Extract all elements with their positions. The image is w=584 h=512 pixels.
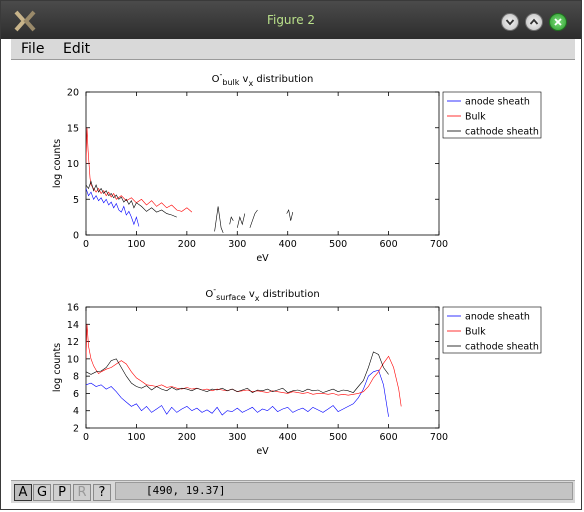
close-icon <box>554 18 562 26</box>
y-tick-label: 12 <box>67 337 79 348</box>
x-tick-label: 0 <box>83 239 89 250</box>
x-tick-label: 300 <box>228 239 246 250</box>
help-button[interactable]: ? <box>93 484 111 501</box>
title-bar[interactable]: Figure 2 <box>1 1 581 39</box>
legend-label: anode sheath <box>465 312 530 323</box>
x-tick-label: 700 <box>430 432 448 443</box>
legend-label: cathode sheath <box>465 342 539 353</box>
x-tick-label: 100 <box>127 239 145 250</box>
x-tick-label: 600 <box>380 239 398 250</box>
legend-label: Bulk <box>465 112 486 123</box>
x-tick-label: 500 <box>329 239 347 250</box>
close-button[interactable] <box>549 13 567 31</box>
x-tick-label: 700 <box>430 239 448 250</box>
y-tick-label: 2 <box>73 424 79 435</box>
plot-frame <box>85 306 440 429</box>
plots-svg: O-bulk vx distribution0 100 200 300 400 500 60… <box>52 70 542 457</box>
menu-file[interactable]: File <box>21 41 44 57</box>
x-tick-label: 400 <box>279 432 297 443</box>
x-tick-label: 500 <box>329 432 347 443</box>
window-title: Figure 2 <box>266 13 316 27</box>
rotate-tool-button[interactable]: R <box>73 484 91 501</box>
x-tick-label: 200 <box>178 432 196 443</box>
maximize-button[interactable] <box>525 13 543 31</box>
chevron-down-icon <box>505 19 515 26</box>
y-tick-label: 5 <box>73 195 79 206</box>
y-tick-label: 16 <box>67 303 79 314</box>
coordinate-readout: [490, 19.37] <box>115 482 573 500</box>
y-tick-label: 20 <box>67 88 79 99</box>
chart-2: O-surface vx distribution 0 100 200 300 400 50… <box>52 285 542 457</box>
figure-canvas[interactable]: O-bulk vx distribution 0 100 200 300 400 500 60… <box>11 60 575 480</box>
x-tick-label: 300 <box>228 432 246 443</box>
legend-label: anode sheath <box>465 97 530 108</box>
legend-label: Bulk <box>465 327 486 338</box>
y-tick-label: 0 <box>73 231 79 242</box>
y-tick-label: 10 <box>67 159 79 170</box>
x-axis-label: eV <box>256 446 269 457</box>
y-axis-label: log counts <box>52 343 63 392</box>
figure-window: Figure 2 File Edit O-bulk vx distributio… <box>0 0 582 510</box>
menu-edit[interactable]: Edit <box>63 41 90 57</box>
y-axis-label: log counts <box>52 139 63 188</box>
plot-frame <box>85 91 440 236</box>
grid-tool-button[interactable]: G <box>33 484 51 501</box>
y-tick-label: 6 <box>73 389 79 400</box>
y-tick-label: 15 <box>67 123 79 134</box>
chart-1: O-bulk vx distribution0 100 200 300 400 500 60… <box>52 70 542 264</box>
status-bar: A G P R ? [490, 19.37] <box>11 480 575 503</box>
pan-tool-button[interactable]: P <box>53 484 71 501</box>
x-tick-label: 600 <box>380 432 398 443</box>
x-tick-label: 200 <box>178 239 196 250</box>
menu-bar: File Edit <box>11 39 575 60</box>
y-tick-label: 8 <box>73 372 79 383</box>
chart-title: O-bulk vx distribution <box>212 70 314 88</box>
x-tick-label: 100 <box>127 432 145 443</box>
x-tick-label: 0 <box>83 432 89 443</box>
x-axis-label: eV <box>256 253 269 264</box>
x-tick-label: 400 <box>279 239 297 250</box>
legend-label: cathode sheath <box>465 127 539 138</box>
axes-tool-button[interactable]: A <box>14 484 32 501</box>
minimize-button[interactable] <box>501 13 519 31</box>
chart-title: O-surface vx distribution <box>205 285 319 303</box>
y-tick-label: 10 <box>67 354 79 365</box>
chevron-up-icon <box>529 18 539 25</box>
y-tick-label: 4 <box>73 406 79 417</box>
y-tick-label: 14 <box>67 320 79 331</box>
